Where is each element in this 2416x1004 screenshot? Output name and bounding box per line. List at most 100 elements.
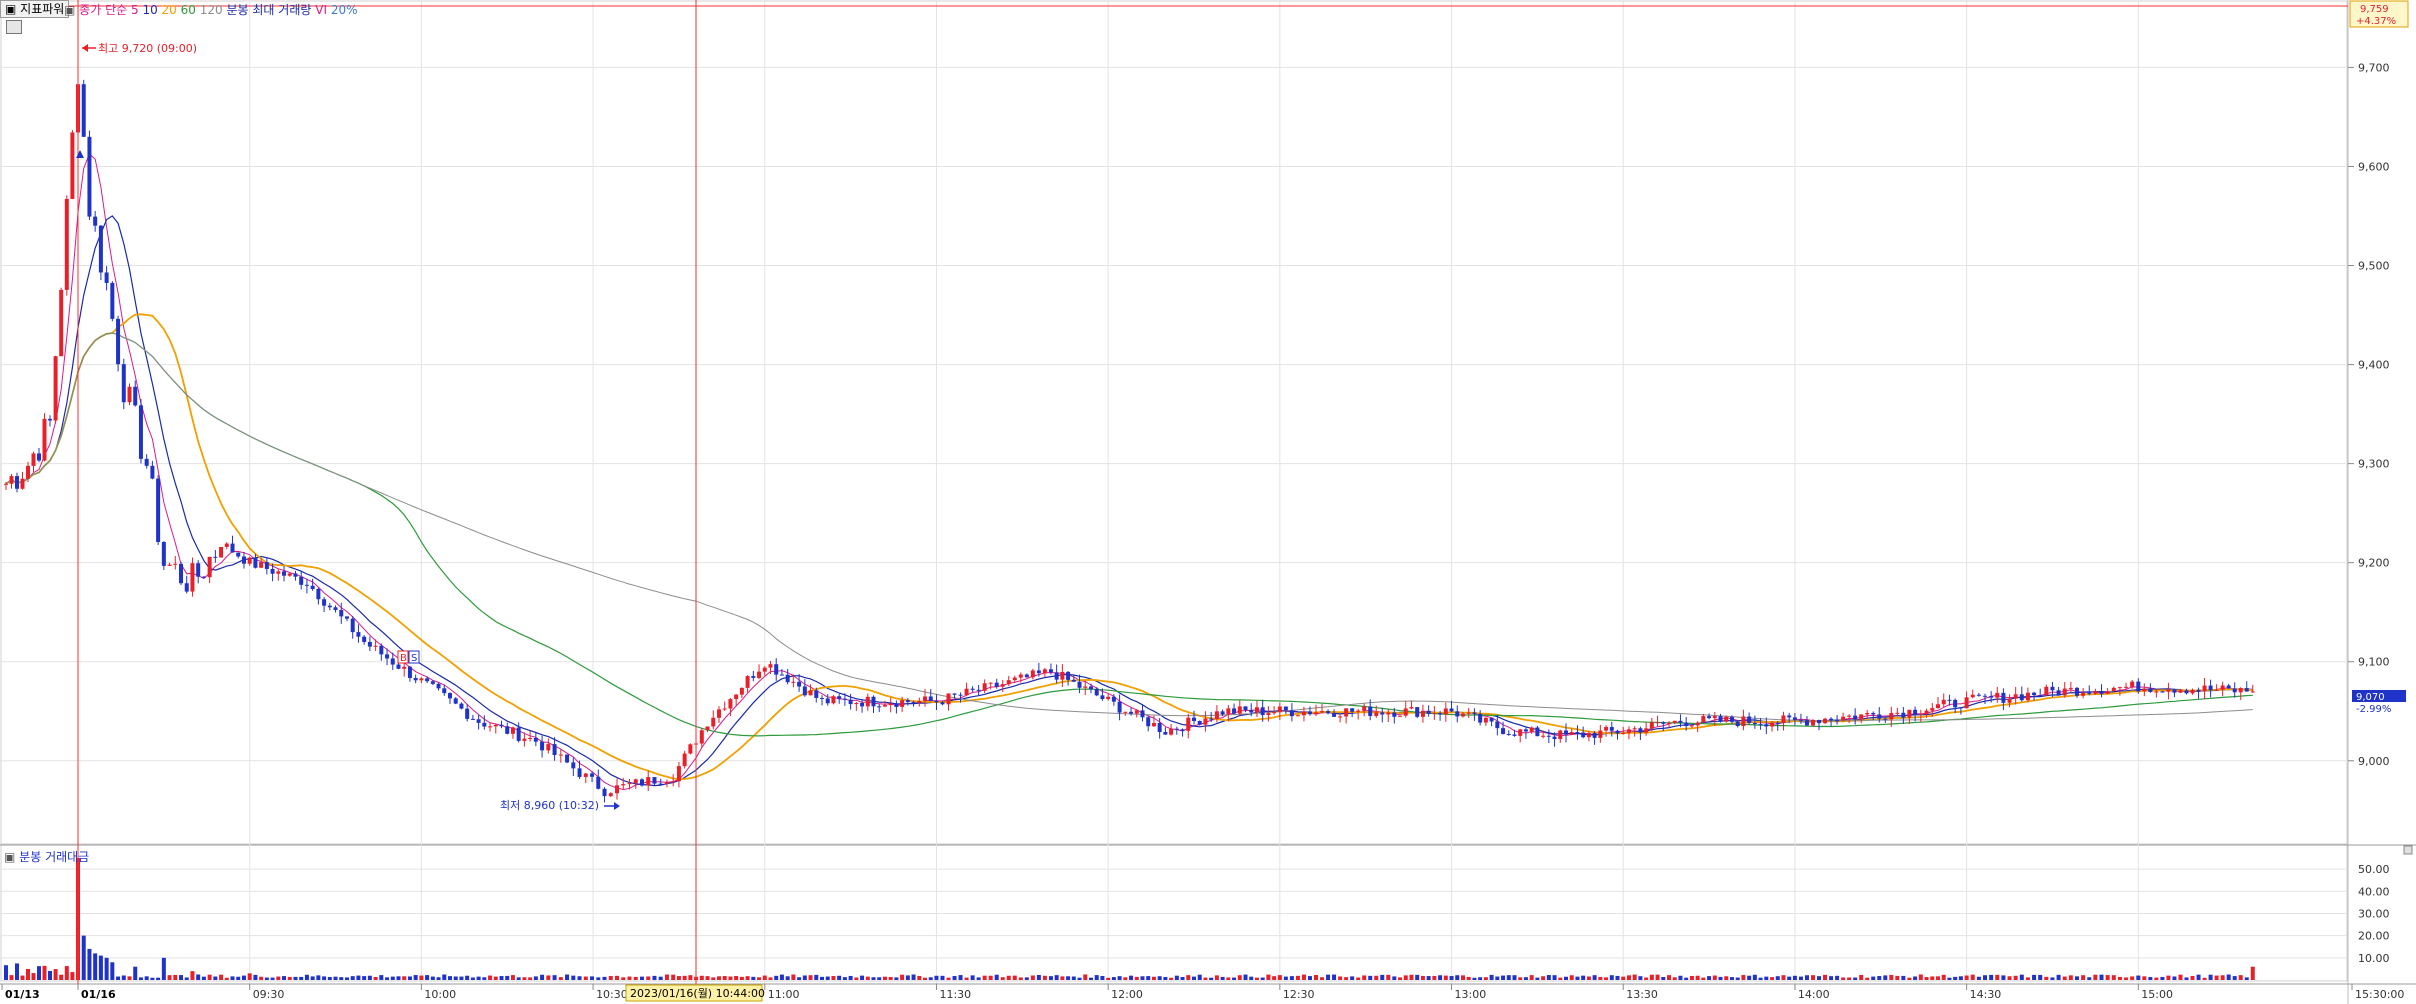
candle-body xyxy=(2105,691,2110,694)
candle-body xyxy=(1443,708,1448,715)
volume-bar xyxy=(1847,977,1852,980)
candle-body xyxy=(797,681,802,687)
volume-bar xyxy=(31,973,36,980)
volume-bar xyxy=(2226,974,2231,980)
candle-body xyxy=(1180,729,1185,731)
candle-body xyxy=(150,465,155,479)
candle-body xyxy=(1672,720,1677,723)
volume-bar xyxy=(1501,975,1506,980)
indicator-menu-button[interactable]: ▣ 지표파워 xyxy=(0,0,70,18)
buy-marker[interactable]: B xyxy=(397,650,409,664)
volume-bar xyxy=(465,975,470,980)
candle-body xyxy=(1100,695,1105,700)
volume-bar xyxy=(1581,975,1586,980)
current-price-box: 9,759 +4.37% xyxy=(2349,0,2409,28)
volume-bar xyxy=(379,975,384,980)
volume-bar xyxy=(814,974,819,980)
volume-bar xyxy=(871,977,876,980)
candle-body xyxy=(1781,715,1786,723)
volume-bar xyxy=(1192,976,1196,980)
volume-bar xyxy=(1403,975,1408,980)
candle-body xyxy=(344,616,349,619)
volume-bar xyxy=(2105,975,2110,980)
candle-body xyxy=(316,589,321,600)
volume-bar xyxy=(1186,975,1191,980)
chart-settings-icon[interactable] xyxy=(6,20,22,34)
candle-body xyxy=(1649,722,1654,729)
candle-body xyxy=(224,543,229,547)
candle-body xyxy=(264,562,269,569)
candle-body xyxy=(327,605,332,608)
candle-body xyxy=(2160,691,2165,693)
volume-bar xyxy=(1552,975,1557,980)
volume-bar xyxy=(1140,976,1145,980)
volume-bar xyxy=(1877,976,1882,980)
candle-body xyxy=(540,741,545,751)
candle-body xyxy=(533,737,538,742)
volume-bar xyxy=(1758,977,1763,980)
volume-bar xyxy=(1426,976,1431,980)
stock-chart[interactable]: 9,700 9,600 9,500 9,400 9,300 9,200 9,100 9,000… xyxy=(0,0,2416,1004)
ma-legend[interactable]: ▣ 종가 단순 5 10 20 60 120 분봉 최대 거래량 VI 20% xyxy=(64,1,358,18)
candle-body xyxy=(1655,722,1660,724)
y-tick-label: 9,500 xyxy=(2358,260,2390,273)
volume-bar xyxy=(1295,975,1300,980)
volume-bar xyxy=(1936,976,1940,980)
volume-bar xyxy=(1338,976,1343,980)
candle-body xyxy=(379,645,384,655)
volume-bar xyxy=(201,976,206,980)
volume-bar xyxy=(482,977,487,980)
candle-body xyxy=(1455,711,1460,717)
candle-body xyxy=(627,783,632,785)
volume-legend[interactable]: ▣ 분봉 거래대금 xyxy=(4,848,89,865)
candle-body xyxy=(1283,706,1288,711)
volume-bar xyxy=(621,977,626,980)
candle-body xyxy=(1374,712,1379,716)
volume-bar xyxy=(533,976,538,980)
volume-bar xyxy=(2196,974,2201,980)
candle-body xyxy=(59,289,64,357)
volume-tick-label: 50.00 xyxy=(2358,863,2390,876)
candle-body xyxy=(1817,720,1822,724)
volume-bar xyxy=(1707,976,1712,980)
candle-body xyxy=(1684,722,1689,727)
volume-bar xyxy=(2032,974,2037,980)
volume-bar xyxy=(1523,977,1528,980)
volume-bar xyxy=(196,974,201,980)
candle-body xyxy=(173,563,178,565)
candle-body xyxy=(442,688,447,694)
volume-bar xyxy=(270,977,275,980)
candle-body xyxy=(1368,706,1373,716)
candle-body xyxy=(791,681,796,683)
volume-bar xyxy=(373,976,378,980)
panel-resize-handle[interactable] xyxy=(2403,845,2413,855)
candle-body xyxy=(1564,730,1568,735)
candle-body xyxy=(928,696,933,701)
candle-body xyxy=(2202,685,2207,692)
volume-bar xyxy=(344,977,349,980)
price-axis: 9,700 9,600 9,500 9,400 9,300 9,200 9,100 9,000 xyxy=(2348,61,2390,768)
candle-body xyxy=(1581,732,1586,738)
candle-body xyxy=(1792,717,1797,720)
candle-body xyxy=(37,453,41,461)
candle-body xyxy=(4,483,8,485)
candle-body xyxy=(762,667,767,672)
volume-bar xyxy=(1106,977,1111,980)
volume-bar xyxy=(499,976,504,980)
volume-bar xyxy=(1123,977,1128,980)
candle-body xyxy=(190,563,195,592)
volume-bar xyxy=(1283,976,1288,980)
volume-bar xyxy=(577,976,582,980)
candle-body xyxy=(682,753,687,767)
volume-bar xyxy=(1865,977,1870,980)
volume-bar xyxy=(848,975,853,980)
volume-bar xyxy=(1792,975,1797,980)
candle-body xyxy=(167,564,172,566)
volume-bar xyxy=(442,974,447,980)
volume-bar xyxy=(1835,975,1840,980)
y-tick-label: 9,100 xyxy=(2358,656,2390,669)
sell-marker[interactable]: S xyxy=(408,650,420,664)
volume-bar xyxy=(430,976,435,980)
candle-body xyxy=(253,557,258,568)
candle-body xyxy=(664,781,669,784)
